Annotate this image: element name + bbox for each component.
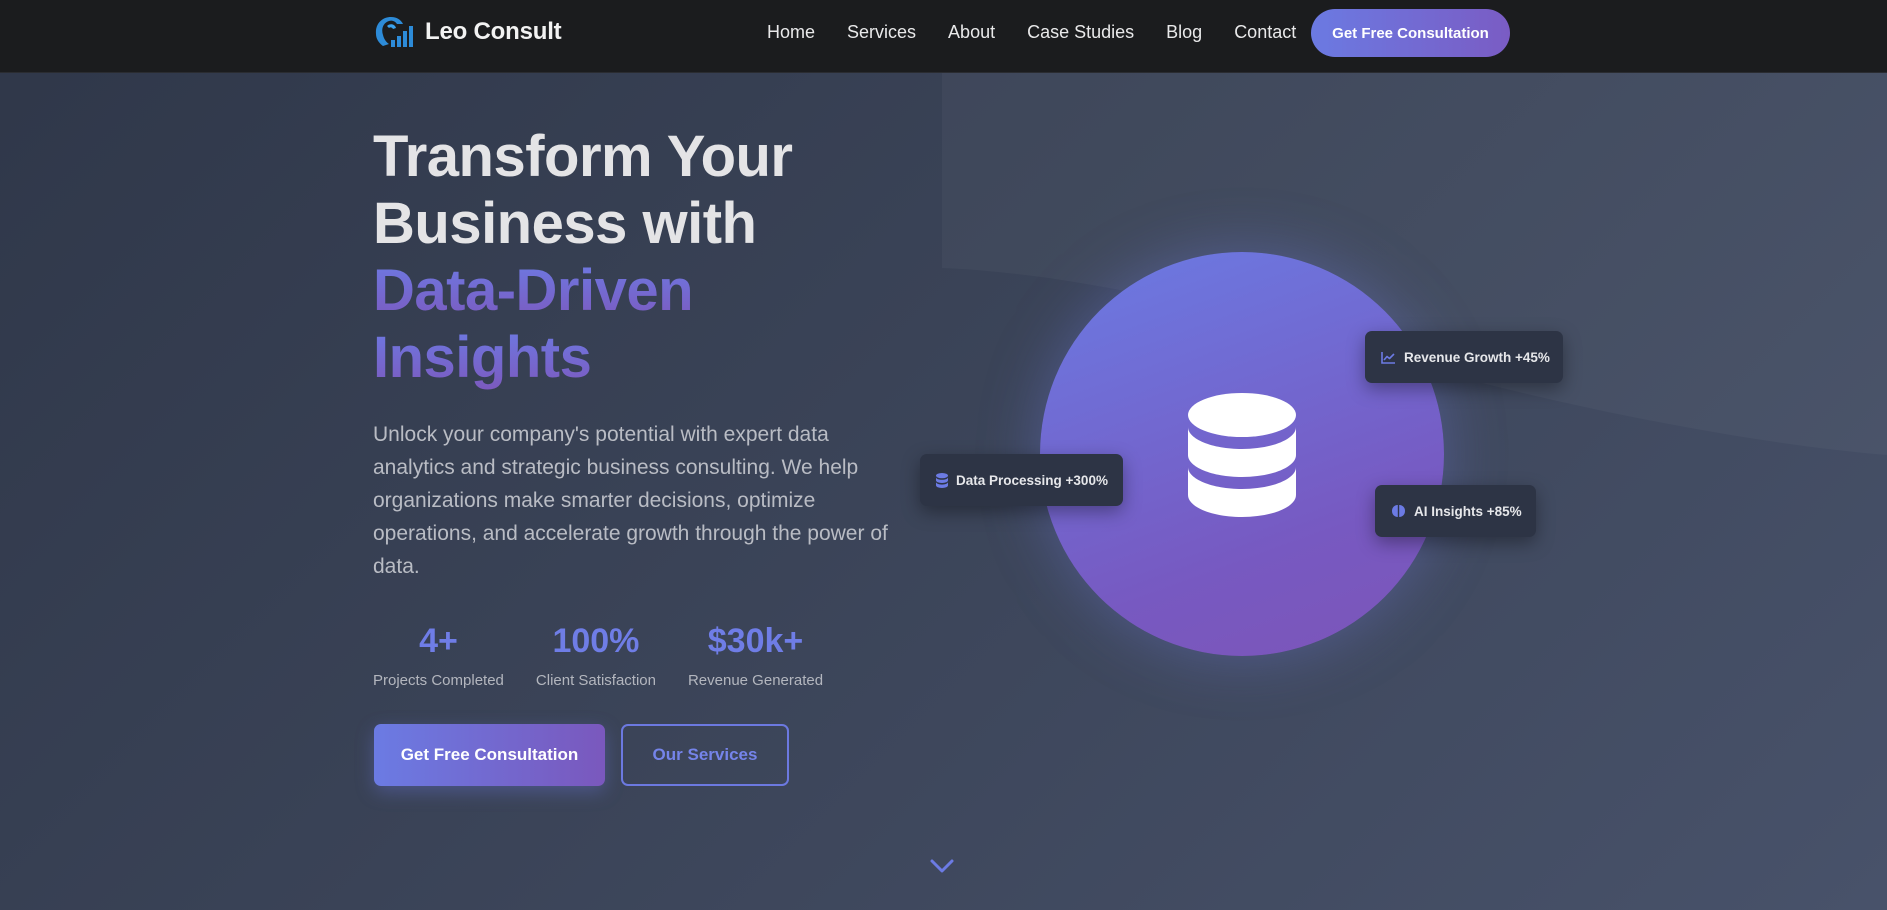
chart-line-icon [1381, 351, 1395, 364]
nav-link-about[interactable]: About [948, 20, 995, 44]
brand[interactable]: Leo Consult [373, 14, 562, 50]
nav-consultation-button[interactable]: Get Free Consultation [1311, 9, 1510, 57]
stat-label: Client Satisfaction [535, 672, 656, 689]
stats-row: 4+ Projects Completed 100% Client Satisf… [373, 620, 855, 689]
hero-description: Unlock your company's potential with exp… [373, 423, 888, 578]
hero-title: Transform Your Business with Data-Driven… [373, 123, 933, 391]
stat-value: 4+ [419, 622, 458, 660]
stat-value: 100% [552, 622, 640, 660]
hero-title-highlight: Data-Driven [373, 257, 933, 324]
hero-title-line: Business with [373, 191, 757, 256]
database-icon [1188, 393, 1296, 517]
revenue-growth-card: Revenue Growth +45% [1365, 331, 1563, 383]
nav-link-case-studies[interactable]: Case Studies [1027, 20, 1134, 44]
hero-title-line: Transform Your [373, 124, 793, 189]
stat-label: Projects Completed [373, 672, 504, 689]
stat-projects: 4+ Projects Completed [373, 620, 504, 689]
lion-logo-icon [375, 17, 413, 47]
ai-insights-card: AI Insights +85% [1375, 485, 1536, 537]
get-consultation-button[interactable]: Get Free Consultation [374, 724, 605, 786]
brand-name: Leo Consult [425, 18, 562, 45]
data-processing-card: Data Processing +300% [920, 454, 1123, 506]
stat-value: $30k+ [707, 622, 804, 660]
nav-links: Home Services About Case Studies Blog Co… [767, 20, 1328, 44]
page: Leo Consult Home Services About Case Stu… [0, 0, 1887, 910]
nav-link-services[interactable]: Services [847, 20, 916, 44]
top-navbar: Leo Consult Home Services About Case Stu… [0, 0, 1887, 73]
chevron-down-icon[interactable] [928, 854, 956, 878]
stat-label: Revenue Generated [687, 672, 824, 689]
stat-satisfaction: 100% Client Satisfaction [536, 620, 656, 689]
our-services-button[interactable]: Our Services [621, 724, 789, 786]
card-text: Data Processing +300% [956, 472, 1108, 488]
nav-link-home[interactable]: Home [767, 20, 815, 44]
database-icon [936, 472, 948, 488]
card-text: AI Insights +85% [1414, 503, 1522, 519]
nav-link-contact[interactable]: Contact [1234, 20, 1296, 44]
brain-icon [1392, 505, 1405, 517]
card-text: Revenue Growth +45% [1404, 349, 1550, 365]
hero-title-highlight: Insights [373, 324, 933, 391]
stat-revenue: $30k+ Revenue Generated [688, 620, 823, 689]
nav-link-blog[interactable]: Blog [1166, 20, 1202, 44]
